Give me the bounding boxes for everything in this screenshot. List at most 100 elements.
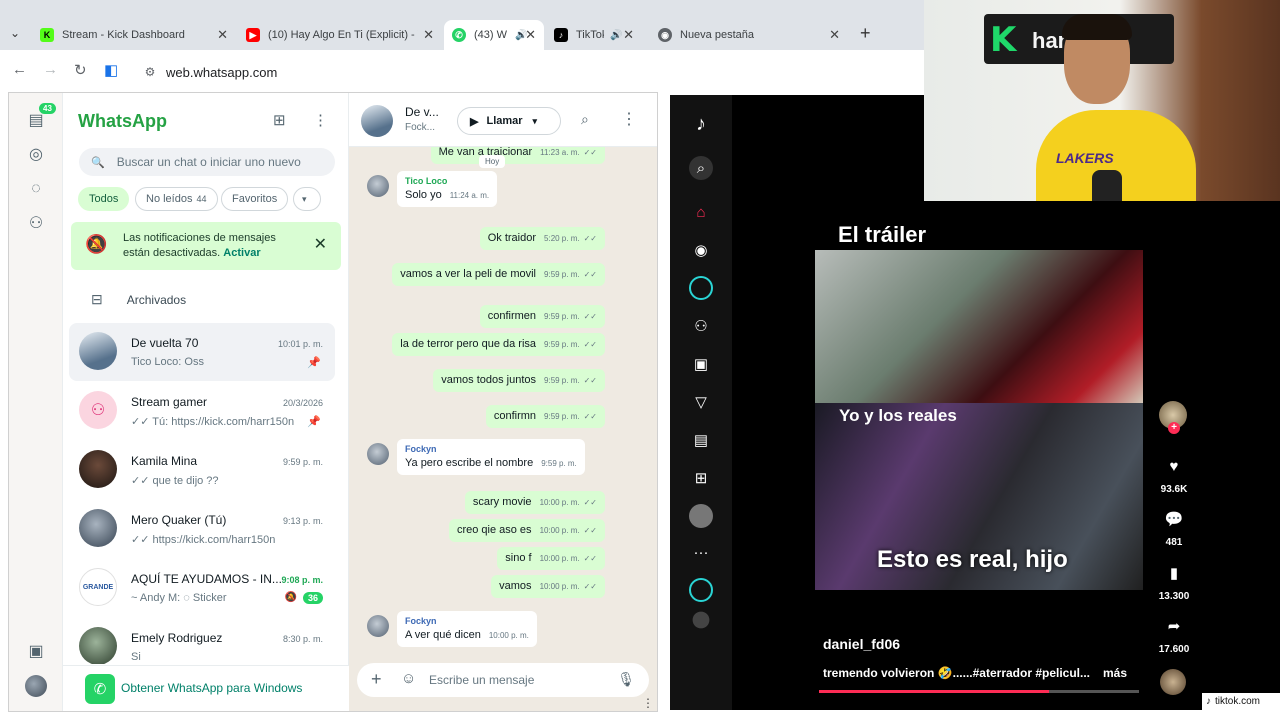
message-bubble[interactable]: vamos todos juntos 9:59 p. m. ✓✓	[433, 369, 605, 392]
filter-more-dropdown[interactable]: ▾	[293, 187, 321, 211]
close-icon[interactable]: ✕	[314, 234, 327, 254]
messages-icon[interactable]: ▽	[689, 390, 713, 414]
message-bubble[interactable]: scary movie 10:00 p. m. ✓✓	[464, 491, 605, 514]
upload-icon[interactable]: ⊞	[689, 466, 713, 490]
close-tab-icon[interactable]: ✕	[525, 27, 536, 43]
attach-icon[interactable]: +	[371, 669, 382, 690]
microphone-icon[interactable]: 🎙	[617, 671, 635, 688]
message-composer[interactable]: + ☺ Escribe un mensaje 🎙	[357, 663, 649, 697]
search-icon[interactable]: ⌕	[581, 111, 589, 128]
heart-icon: ♥	[1169, 457, 1179, 475]
read-receipt-icon: ✓✓	[583, 412, 597, 421]
filter-favorites[interactable]: Favoritos	[221, 187, 289, 211]
message-bubble[interactable]: Me van a traicionar 11:23 a. m. ✓✓	[430, 147, 605, 164]
live-icon[interactable]: ▣	[689, 352, 713, 376]
chat-list-panel: WhatsApp ⊞ ⋮ 🔍 Buscar un chat o iniciar …	[63, 93, 349, 711]
read-receipt-icon: ✓✓	[583, 554, 597, 563]
message-bubble[interactable]: la de terror pero que da risa 9:59 p. m. ✓…	[392, 333, 605, 356]
music-disc-icon[interactable]	[1160, 669, 1186, 695]
browser-tabstrip: ⌄ K Stream - Kick Dashboard ✕ ▶ (10) Hay…	[0, 0, 924, 50]
tab-tiktok[interactable]: ♪ TikTok 🔊 ✕	[546, 20, 642, 50]
reload-icon[interactable]: ↻	[74, 61, 87, 79]
sender-avatar[interactable]	[367, 443, 389, 465]
friends-icon[interactable]: ⚇	[689, 314, 713, 338]
follow-plus-icon[interactable]: +	[1168, 422, 1180, 434]
live-creator-avatar[interactable]	[692, 611, 710, 629]
back-icon[interactable]: ←	[12, 61, 27, 78]
message-bubble[interactable]: vamos a ver la peli de movil 9:59 p. m. ✓✓	[392, 263, 605, 286]
group-avatar[interactable]	[361, 105, 393, 137]
close-tab-icon[interactable]: ✕	[217, 27, 228, 43]
tiktok-logo-icon[interactable]: ♪	[689, 112, 713, 136]
message-bubble[interactable]: confirmn 9:59 p. m. ✓✓	[485, 405, 605, 428]
media-icon[interactable]: ▣	[25, 640, 47, 662]
message-bubble[interactable]: Fockyn Ya pero escribe el nombre 9:59 p. m…	[397, 439, 585, 475]
share-button[interactable]: ➦ 17.600	[1157, 612, 1191, 655]
profile-avatar[interactable]	[25, 675, 47, 697]
archive-icon: ⊟	[91, 291, 103, 307]
chat-item-kamila-mina[interactable]: Kamila Mina ✓✓ que te dijo ?? 9:59 p. m.	[69, 441, 335, 499]
status-icon[interactable]: ◎	[25, 143, 47, 165]
address-bar[interactable]: ⚙ web.whatsapp.com	[136, 58, 916, 86]
close-tab-icon[interactable]: ✕	[423, 27, 434, 43]
more-icon[interactable]: ···	[689, 540, 713, 564]
side-panel-icon[interactable]: ◧	[104, 61, 118, 79]
message-bubble[interactable]: vamos 10:00 p. m. ✓✓	[491, 575, 605, 598]
profile-avatar[interactable]	[689, 504, 713, 528]
sender-avatar[interactable]	[367, 615, 389, 637]
tab-whatsapp[interactable]: ✆ (43) W 🔊 ✕	[444, 20, 544, 50]
call-button[interactable]: ▶ Llamar ▾	[457, 107, 561, 135]
home-icon[interactable]: ⌂	[689, 200, 713, 224]
close-tab-icon[interactable]: ✕	[623, 27, 634, 43]
pin-icon: 📌	[307, 357, 321, 369]
more-link[interactable]: más	[1103, 666, 1127, 680]
conversation-header[interactable]: De v... Fock... ▶ Llamar ▾ ⌕ ⋮	[349, 93, 657, 147]
comment-button[interactable]: 💬 481	[1157, 505, 1191, 548]
menu-icon[interactable]: ⋮	[642, 696, 654, 710]
message-bubble[interactable]: sino f 10:00 p. m. ✓✓	[497, 547, 605, 570]
whatsapp-icon: ✆	[452, 28, 466, 42]
message-bubble[interactable]: Fockyn A ver qué dicen 10:00 p. m.	[397, 611, 537, 647]
tab-kick-dashboard[interactable]: K Stream - Kick Dashboard ✕	[32, 20, 236, 50]
chat-item-de-vuelta-70[interactable]: De vuelta 70 Tico Loco: Oss 10:01 p. m. …	[69, 323, 335, 381]
live-creator-avatar[interactable]	[689, 578, 713, 602]
chat-item-stream-gamer[interactable]: ⚇ Stream gamer ✓✓ Tú: https://kick.com/h…	[69, 382, 335, 440]
tab-search-dropdown-icon[interactable]: ⌄	[10, 26, 20, 40]
message-bubble[interactable]: creo qie aso es 10:00 p. m. ✓✓	[448, 519, 605, 542]
new-chat-icon[interactable]: ⊞	[273, 111, 286, 129]
tab-youtube[interactable]: ▶ (10) Hay Algo En Ti (Explicit) - Y ✕	[238, 20, 442, 50]
chat-item-emely-rodriguez[interactable]: Emely Rodriguez Si 8:30 p. m.	[69, 618, 335, 664]
sender-avatar[interactable]	[367, 175, 389, 197]
new-tab-button[interactable]: +	[860, 23, 871, 44]
creator-username[interactable]: daniel_fd06	[823, 636, 900, 652]
save-button[interactable]: ▮ 13.300	[1157, 559, 1191, 602]
video-progress-bar[interactable]	[819, 690, 1139, 693]
get-windows-app-banner[interactable]: ✆ Obtener WhatsApp para Windows	[63, 665, 349, 711]
message-sender: Fockyn	[405, 444, 437, 454]
chat-item-mero-quaker[interactable]: Mero Quaker (Tú) ✓✓ https://kick.com/har…	[69, 500, 335, 558]
explore-icon[interactable]: ◉	[689, 238, 713, 262]
close-tab-icon[interactable]: ✕	[829, 27, 840, 43]
channels-icon[interactable]: ◌	[25, 178, 47, 200]
menu-icon[interactable]: ⋮	[621, 109, 637, 129]
activity-icon[interactable]: ▤	[689, 428, 713, 452]
forward-icon[interactable]: →	[43, 61, 58, 78]
search-input[interactable]: 🔍 Buscar un chat o iniciar uno nuevo	[79, 148, 335, 176]
filter-all[interactable]: Todos	[78, 187, 130, 211]
archived-row[interactable]: ⊟ Archivados	[91, 291, 186, 308]
activate-notifications-link[interactable]: Activar	[223, 247, 260, 259]
communities-icon[interactable]: ⚇	[25, 212, 47, 234]
tab-new-tab[interactable]: ◉ Nueva pestaña ✕	[650, 20, 848, 50]
menu-icon[interactable]: ⋮	[313, 111, 328, 129]
sticker-icon[interactable]: ☺	[401, 670, 416, 687]
search-icon[interactable]: ⌕	[689, 156, 713, 180]
message-bubble[interactable]: Ok traidor 5:20 p. m. ✓✓	[479, 227, 605, 250]
following-avatar[interactable]	[689, 276, 713, 300]
site-settings-icon[interactable]: ⚙	[136, 65, 164, 79]
chat-item-aqui-te-ayudamos[interactable]: GRANDE AQUÍ TE AYUDAMOS - IN... ~ Andy M…	[69, 559, 335, 617]
message-bubble[interactable]: Tico Loco Solo yo 11:24 a. m.	[397, 171, 498, 207]
video-description: tremendo volvieron 🤣......#aterrador #pe…	[823, 666, 1091, 680]
message-bubble[interactable]: confirmen 9:59 p. m. ✓✓	[479, 305, 605, 328]
filter-unread[interactable]: No leídos 44	[135, 187, 218, 211]
like-button[interactable]: ♥ 93.6K	[1157, 452, 1191, 496]
